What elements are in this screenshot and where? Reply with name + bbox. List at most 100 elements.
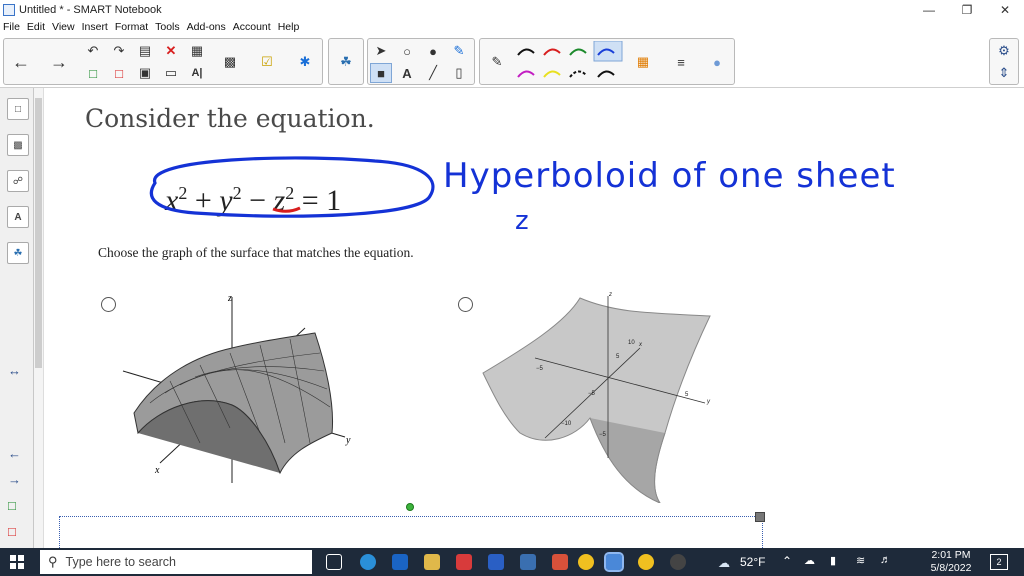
properties-tab[interactable]: A xyxy=(7,206,29,228)
minimize-button[interactable]: — xyxy=(910,0,948,19)
onedrive-icon[interactable]: ☁ xyxy=(804,554,815,567)
word-icon[interactable] xyxy=(488,554,504,570)
previous-page-icon[interactable]: ← xyxy=(8,446,21,461)
palette-icon[interactable]: ▦ xyxy=(632,52,654,72)
menu-help[interactable]: Help xyxy=(278,21,300,33)
notebook-page[interactable]: Consider the equation. x2 + y2 − z2 = 1 … xyxy=(45,88,1024,550)
chrome-icon[interactable] xyxy=(578,554,594,570)
lab-icon[interactable]: ☘ xyxy=(335,52,357,72)
menu-edit[interactable]: Edit xyxy=(27,21,45,33)
menu-insert[interactable]: Insert xyxy=(82,21,108,33)
table-icon[interactable]: ▦ xyxy=(186,41,208,61)
show-hidden-icons[interactable]: ⌃ xyxy=(782,554,792,568)
file-explorer-icon[interactable] xyxy=(424,554,440,570)
text-tool-icon[interactable]: A xyxy=(396,63,418,83)
option-b-radio[interactable] xyxy=(458,297,473,312)
ink-red-underline xyxy=(272,206,301,213)
shapes-icon[interactable]: ○ xyxy=(396,41,418,61)
task-view-icon[interactable] xyxy=(326,554,342,570)
transparency-icon[interactable]: ● xyxy=(706,52,728,72)
svg-text:y: y xyxy=(706,399,711,405)
vertical-scrollbar[interactable] xyxy=(34,88,44,548)
add-page-icon[interactable]: □ xyxy=(82,63,104,83)
clone-icon[interactable]: □ xyxy=(108,63,130,83)
clock[interactable]: 2:01 PM 5/8/2022 xyxy=(926,549,976,575)
settings-icon[interactable]: ⚙ xyxy=(993,41,1015,61)
smart-notebook-taskbar-icon[interactable] xyxy=(604,552,624,572)
scrollbar-thumb[interactable] xyxy=(35,98,42,368)
addon-icon[interactable]: ✱ xyxy=(294,52,316,72)
menu-file[interactable]: File xyxy=(3,21,20,33)
redo-icon[interactable]: ↷ xyxy=(108,41,130,61)
save-icon[interactable]: ▣ xyxy=(134,63,156,83)
delete-icon[interactable]: ✕ xyxy=(160,41,182,61)
back-arrow-icon[interactable]: ← xyxy=(10,52,32,72)
close-button[interactable]: ✕ xyxy=(986,0,1024,19)
app-icon-blue[interactable] xyxy=(520,554,536,570)
weather-temp[interactable]: 52°F xyxy=(740,555,765,569)
resize-panel-icon[interactable]: ↔ xyxy=(8,363,21,378)
select-icon[interactable]: ➤ xyxy=(370,41,392,61)
restore-button[interactable]: ❐ xyxy=(948,0,986,19)
delete-page-side-icon[interactable]: □ xyxy=(8,524,16,539)
pen-selected-frame xyxy=(593,41,623,62)
chrome-profile-icon[interactable] xyxy=(638,554,654,570)
graph-a-x-label: x xyxy=(154,465,160,476)
graph-option-b: z x y 10 5 −5 −5 5 −10 −5 xyxy=(482,292,711,503)
outlook-icon[interactable] xyxy=(392,554,408,570)
edge-browser-icon[interactable] xyxy=(360,554,376,570)
eraser-icon[interactable]: ▯ xyxy=(448,63,470,83)
pen-magenta-swatch xyxy=(517,70,535,78)
app-icon-dark[interactable] xyxy=(670,554,686,570)
multi-select-icon[interactable]: ■ xyxy=(370,63,392,83)
gallery-tab[interactable]: ▩ xyxy=(7,134,29,156)
window-title: Untitled * - SMART Notebook xyxy=(19,3,162,16)
object-menu-handle[interactable] xyxy=(755,512,765,522)
rotate-handle[interactable] xyxy=(406,503,414,511)
fill-icon[interactable]: ● xyxy=(422,41,444,61)
line-icon[interactable]: ╱ xyxy=(422,63,444,83)
page-sorter-tab[interactable]: □ xyxy=(7,98,29,120)
option-a-radio[interactable] xyxy=(101,297,116,312)
pen-color-swatches[interactable] xyxy=(514,41,626,85)
volume-icon[interactable]: ♬ xyxy=(880,554,891,566)
pen-yellow-swatch xyxy=(543,70,561,78)
battery-icon[interactable]: ▮ xyxy=(830,554,836,567)
toolbar-group-page: ← → ↶ ↷ ▤ ✕ ▦ □ □ ▣ ▭ A| ▩ ☑ ✱ xyxy=(3,38,323,85)
present-icon[interactable]: ▭ xyxy=(160,63,182,83)
menu-format[interactable]: Format xyxy=(115,21,148,33)
addons-tab[interactable]: ☘ xyxy=(7,242,29,264)
graph-a-y-label: y xyxy=(345,435,351,446)
svg-text:5: 5 xyxy=(685,392,689,398)
weather-icon[interactable]: ☁ xyxy=(718,556,730,570)
menu-account[interactable]: Account xyxy=(233,21,271,33)
capture-icon[interactable]: ▩ xyxy=(219,52,241,72)
menu-view[interactable]: View xyxy=(52,21,75,33)
windows-taskbar: ⚲ Type here to search ☁ 52°F ⌃ ☁ ▮ ≋ ♬ 2… xyxy=(0,548,1024,576)
wifi-icon[interactable]: ≋ xyxy=(856,554,865,567)
text-icon[interactable]: A| xyxy=(186,63,208,83)
svg-text:10: 10 xyxy=(628,340,635,346)
svg-text:−5: −5 xyxy=(588,391,596,397)
taskbar-search-box[interactable]: ⚲ Type here to search xyxy=(40,550,312,574)
notification-center-icon[interactable]: 2 xyxy=(990,554,1008,570)
next-page-icon[interactable]: → xyxy=(8,472,21,487)
undo-icon[interactable]: ↶ xyxy=(82,41,104,61)
windows-start-icon[interactable] xyxy=(10,555,24,569)
selected-object-frame[interactable] xyxy=(59,516,763,550)
store-icon[interactable] xyxy=(456,554,472,570)
move-toolbar-icon[interactable]: ⇕ xyxy=(993,63,1015,83)
menu-addons[interactable]: Add-ons xyxy=(187,21,226,33)
activity-icon[interactable]: ☑ xyxy=(256,52,278,72)
line-style-icon[interactable]: ≡ xyxy=(670,52,692,72)
magic-pen-icon[interactable]: ✎ xyxy=(448,41,470,61)
graph-option-a: z x y xyxy=(122,293,351,483)
paste-icon[interactable]: ▤ xyxy=(134,41,156,61)
app-icon-red[interactable] xyxy=(552,554,568,570)
forward-arrow-icon[interactable]: → xyxy=(48,52,70,72)
pen-icon[interactable]: ✎ xyxy=(486,52,508,72)
graph-b-surface xyxy=(482,297,711,503)
menu-tools[interactable]: Tools xyxy=(155,21,180,33)
attachments-tab[interactable]: ☍ xyxy=(7,170,29,192)
add-page-side-icon[interactable]: □ xyxy=(8,498,16,513)
